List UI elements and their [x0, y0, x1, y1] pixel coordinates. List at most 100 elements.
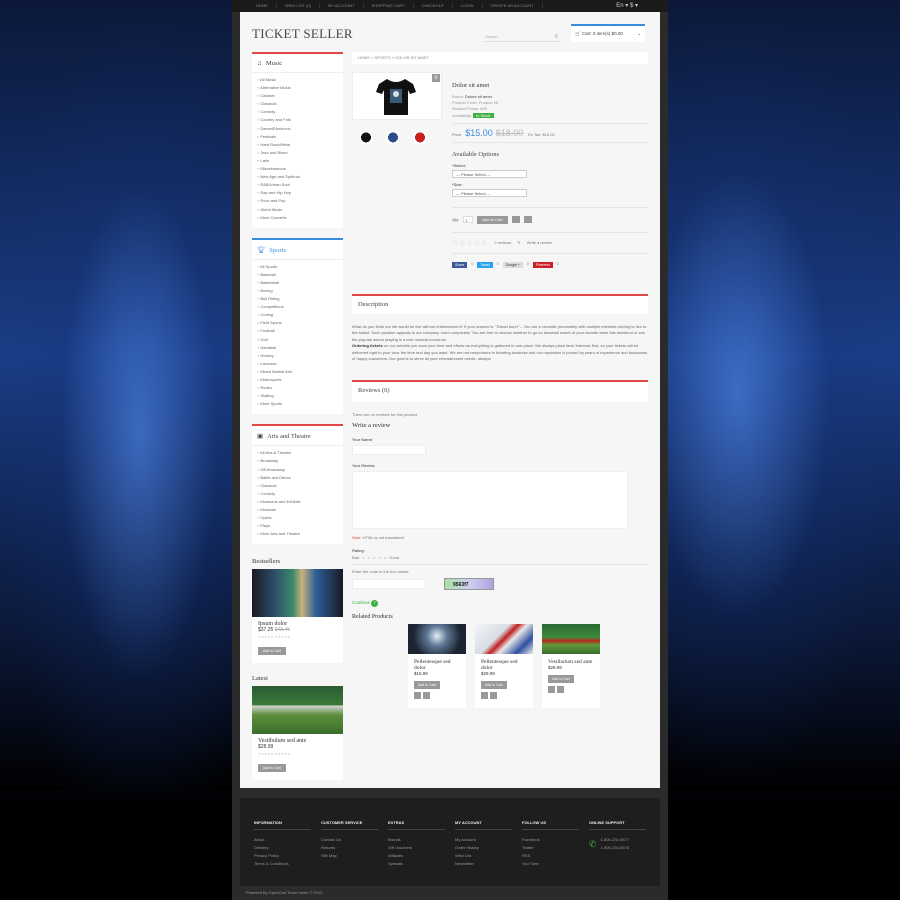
- footer-link[interactable]: Returns: [321, 844, 378, 852]
- breadcrumb[interactable]: Home » Sports » Dolor sit amet: [352, 52, 648, 64]
- related-add-to-cart-2[interactable]: Add to Cart: [481, 681, 507, 689]
- quantity-input[interactable]: 1: [463, 216, 474, 224]
- sports-item[interactable]: Motorsports: [257, 376, 338, 384]
- sports-item[interactable]: More Sports: [257, 400, 338, 408]
- write-review-link[interactable]: Write a review: [527, 240, 552, 245]
- sports-item[interactable]: Field Sports: [257, 319, 338, 327]
- wishlist-icon[interactable]: [511, 216, 520, 224]
- compare-icon[interactable]: [423, 692, 430, 699]
- thumbnail-red[interactable]: [414, 132, 426, 144]
- compare-icon[interactable]: [490, 692, 497, 699]
- compare-icon[interactable]: [557, 686, 564, 693]
- sports-item[interactable]: Bull Riding: [257, 295, 338, 303]
- latest-add-to-cart-button[interactable]: Add to Cart: [258, 764, 286, 773]
- sports-item[interactable]: Baseball: [257, 271, 338, 279]
- footer-link[interactable]: Site Map: [321, 852, 378, 860]
- add-to-cart-button[interactable]: Add to Cart: [477, 215, 508, 224]
- music-item[interactable]: All Music: [257, 76, 338, 84]
- twitter-share-button[interactable]: Tweet: [477, 261, 493, 268]
- search-icon[interactable]: ⚲: [554, 34, 558, 40]
- top-nav-checkout[interactable]: Checkout: [414, 3, 454, 8]
- size-dropdown[interactable]: --- Please Select ---: [452, 188, 527, 197]
- music-item[interactable]: Rock and Pop: [257, 197, 338, 205]
- music-item[interactable]: Latin: [257, 157, 338, 165]
- music-item[interactable]: R&B/Urban Soul: [257, 181, 338, 189]
- top-nav-wishlist[interactable]: Wish List (0): [277, 3, 320, 8]
- compare-icon[interactable]: [523, 216, 532, 224]
- music-item[interactable]: More Concerts: [257, 214, 338, 222]
- product-brand[interactable]: Dolore sit amet: [465, 94, 492, 99]
- music-item[interactable]: Hard Rock/Metal: [257, 141, 338, 149]
- lang-currency[interactable]: En ▾ $ ▾: [616, 2, 638, 9]
- footer-link[interactable]: Newsletter: [455, 860, 512, 868]
- continue-button[interactable]: Continue ›: [352, 600, 648, 607]
- related-image-1[interactable]: [408, 624, 466, 654]
- footer-link[interactable]: You Tube: [522, 860, 579, 868]
- footer-link[interactable]: Delivery: [254, 844, 311, 852]
- footer-link[interactable]: Order History: [455, 844, 512, 852]
- music-item[interactable]: World Music: [257, 206, 338, 214]
- select-dropdown[interactable]: --- Please Select ---: [452, 169, 527, 178]
- wishlist-icon[interactable]: [414, 692, 421, 699]
- google-share-button[interactable]: Google +: [502, 261, 523, 268]
- related-add-to-cart-3[interactable]: Add to Cart: [548, 675, 574, 683]
- music-item[interactable]: Rap and Hip Hop: [257, 189, 338, 197]
- arts-item[interactable]: Off-Broadway: [257, 466, 338, 474]
- arts-item[interactable]: All Arts & Theatre: [257, 449, 338, 457]
- sports-item[interactable]: Basketball: [257, 279, 338, 287]
- arts-item[interactable]: Classical: [257, 482, 338, 490]
- music-item[interactable]: Jazz and Blues: [257, 149, 338, 157]
- sports-item[interactable]: All Sports: [257, 263, 338, 271]
- music-item[interactable]: Classical: [257, 100, 338, 108]
- sports-item[interactable]: Curling: [257, 311, 338, 319]
- related-image-2[interactable]: [475, 624, 533, 654]
- sports-item[interactable]: Lacrosse: [257, 360, 338, 368]
- product-image[interactable]: ⚲: [352, 72, 442, 120]
- cart-button[interactable]: 🛒 Cart: 0 item(s) $0.00 ⌄: [571, 24, 645, 42]
- language-selector[interactable]: En: [616, 3, 623, 9]
- footer-link[interactable]: About: [254, 836, 311, 844]
- music-item[interactable]: New Age and Spiritual: [257, 173, 338, 181]
- footer-link[interactable]: Specials: [388, 860, 445, 868]
- rating-radio-3[interactable]: ○: [373, 555, 375, 560]
- top-nav-login[interactable]: Login: [453, 3, 483, 8]
- top-nav-home[interactable]: Home: [248, 3, 277, 8]
- sports-item[interactable]: Mixed Martial Arts: [257, 368, 338, 376]
- music-item[interactable]: Country and Folk: [257, 116, 338, 124]
- related-name-1[interactable]: Pellentesque sed dolor: [408, 654, 466, 671]
- music-item[interactable]: Miscellaneous: [257, 165, 338, 173]
- sports-item[interactable]: Skating: [257, 392, 338, 400]
- captcha-input[interactable]: [352, 579, 426, 589]
- music-item[interactable]: Alternative Music: [257, 84, 338, 92]
- footer-link[interactable]: RSS: [522, 852, 579, 860]
- pinterest-share-button[interactable]: Pinterest: [532, 261, 553, 268]
- zoom-icon[interactable]: ⚲: [432, 74, 440, 82]
- footer-link[interactable]: Brands: [388, 836, 445, 844]
- arts-item[interactable]: Opera: [257, 514, 338, 522]
- footer-link[interactable]: Privacy Policy: [254, 852, 311, 860]
- related-name-3[interactable]: Vestibulum sed ante: [542, 654, 600, 665]
- bestseller-add-to-cart-button[interactable]: Add to Cart: [258, 647, 286, 656]
- arts-item[interactable]: Comedy: [257, 490, 338, 498]
- bestseller-name[interactable]: Ipsum dolor: [252, 617, 343, 627]
- arts-item[interactable]: Ballet and Dance: [257, 474, 338, 482]
- review-textarea[interactable]: [352, 471, 628, 529]
- rating-radio-5[interactable]: ○: [384, 555, 386, 560]
- footer-link[interactable]: Contact Us: [321, 836, 378, 844]
- sports-item[interactable]: Competitions: [257, 303, 338, 311]
- sports-item[interactable]: Rodeo: [257, 384, 338, 392]
- logo[interactable]: TICKET SELLER: [252, 26, 353, 42]
- music-item[interactable]: Dance/Electronic: [257, 125, 338, 133]
- facebook-share-button[interactable]: Share: [452, 261, 468, 268]
- music-item[interactable]: Comedy: [257, 108, 338, 116]
- related-add-to-cart-1[interactable]: Add to Cart: [414, 681, 440, 689]
- latest-name[interactable]: Vestibulum sed ante: [252, 734, 343, 744]
- footer-link[interactable]: Terms & Conditions: [254, 860, 311, 868]
- related-name-2[interactable]: Pellentesque sed dolor: [475, 654, 533, 671]
- latest-image[interactable]: [252, 686, 343, 735]
- arts-item[interactable]: Museums and Exhibits: [257, 498, 338, 506]
- wishlist-icon[interactable]: [481, 692, 488, 699]
- music-item[interactable]: Cabaret: [257, 92, 338, 100]
- music-item[interactable]: Festivals: [257, 133, 338, 141]
- sports-item[interactable]: Hockey: [257, 352, 338, 360]
